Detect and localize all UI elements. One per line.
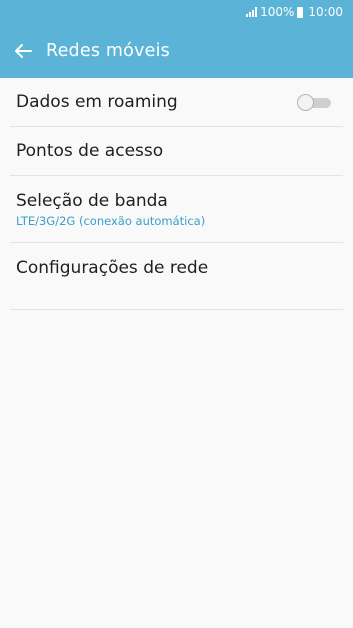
roaming-toggle[interactable] — [297, 94, 333, 111]
settings-list: Dados em roaming Pontos de acesso Seleçã… — [0, 78, 353, 310]
clock: 10:00 — [308, 5, 343, 19]
app-bar: Redes móveis — [0, 24, 353, 78]
toggle-knob — [297, 94, 314, 111]
arrow-left-icon — [15, 44, 32, 58]
setting-data-roaming[interactable]: Dados em roaming — [10, 78, 343, 127]
battery-percentage: 100% — [260, 5, 295, 19]
signal-icon — [246, 7, 258, 17]
setting-band-selection[interactable]: Seleção de banda LTE/3G/2G (conexão auto… — [10, 176, 343, 243]
setting-label: Configurações de rede — [16, 258, 209, 278]
setting-access-points[interactable]: Pontos de acesso — [10, 127, 343, 176]
setting-summary: LTE/3G/2G (conexão automática) — [16, 213, 206, 228]
setting-label: Pontos de acesso — [16, 141, 164, 161]
setting-label: Dados em roaming — [16, 92, 178, 112]
setting-label: Seleção de banda — [16, 190, 168, 211]
status-bar: 100% 10:00 — [0, 0, 353, 24]
setting-network-config[interactable]: Configurações de rede — [10, 243, 343, 310]
battery-icon — [297, 6, 304, 18]
page-title: Redes móveis — [46, 41, 170, 61]
back-button[interactable] — [0, 24, 46, 78]
